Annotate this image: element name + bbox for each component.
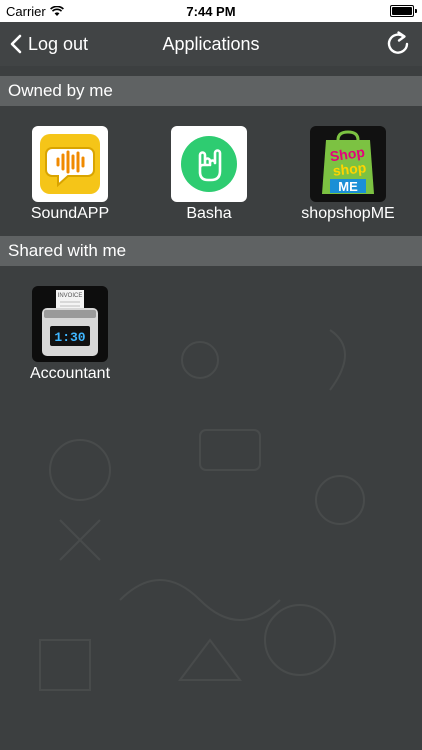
refresh-icon[interactable]: [384, 30, 412, 58]
clock: 7:44 PM: [186, 4, 236, 19]
app-tile-accountant[interactable]: INVOICE 1:30 Accountant: [15, 286, 125, 383]
display-text: 1:30: [54, 330, 85, 345]
app-tile-soundapp[interactable]: SoundAPP: [15, 126, 125, 223]
basha-icon: [171, 126, 247, 202]
accountant-icon: INVOICE 1:30: [32, 286, 108, 362]
shop-line-3: ME: [338, 179, 358, 194]
soundapp-icon: [32, 126, 108, 202]
app-tile-basha[interactable]: Basha: [154, 126, 264, 223]
battery-icon: [390, 5, 417, 17]
app-label: SoundAPP: [30, 205, 110, 222]
section-header-shared: Shared with me: [0, 236, 422, 266]
navigation-bar: Log out Applications: [0, 22, 422, 66]
status-bar: Carrier 7:44 PM: [0, 0, 422, 22]
shopshopme-icon: Shop shop ME: [310, 126, 386, 202]
app-label: Accountant: [29, 365, 111, 382]
section-header-owned: Owned by me: [0, 76, 422, 106]
page-title: Applications: [162, 34, 260, 54]
app-label: Basha: [186, 205, 232, 222]
invoice-text: INVOICE: [58, 293, 83, 299]
app-tile-shopshopme[interactable]: Shop shop ME shopshopME: [293, 126, 403, 223]
app-label: shopshopME: [301, 205, 395, 222]
